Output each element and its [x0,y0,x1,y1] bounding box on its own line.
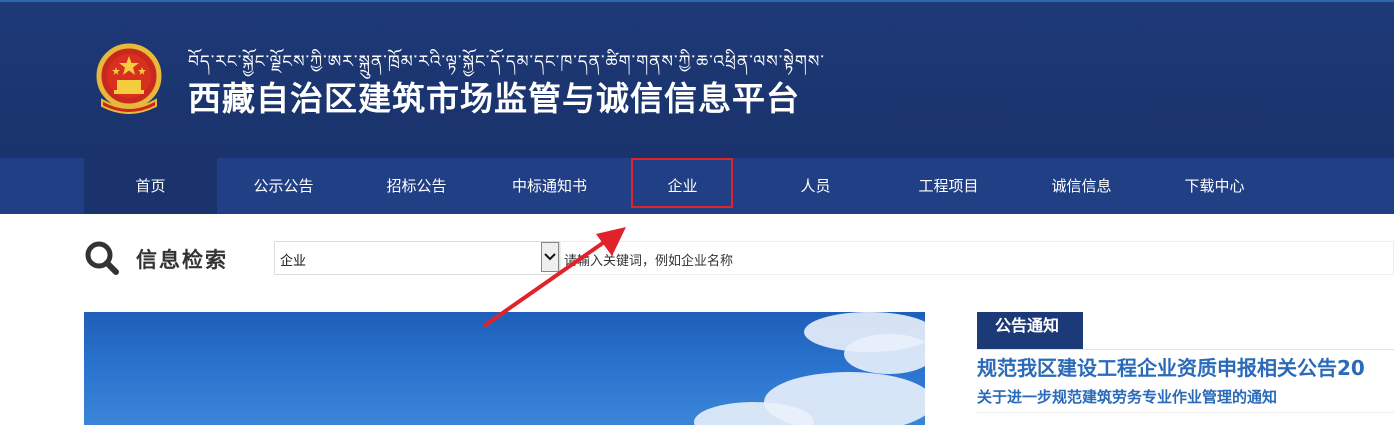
nav-item-personnel[interactable]: 人员 [749,158,882,214]
search-category-value: 企业 [280,254,307,269]
nav-item-tender-notices[interactable]: 招标公告 [350,158,483,214]
annotation-arrow-icon [482,227,626,328]
search-label: 信息检索 [136,248,228,272]
notice-divider [977,349,1394,350]
cloud-shape [844,334,925,374]
nav-item-home[interactable]: 首页 [84,158,217,214]
national-emblem-icon [96,43,162,114]
enterprise-highlight-box [631,158,733,208]
nav-item-download-center[interactable]: 下载中心 [1148,158,1281,214]
nav-item-credit-info[interactable]: 诚信信息 [1015,158,1148,214]
search-input[interactable]: 请输入关键词，例如企业名称 [560,241,1394,275]
notice-tab[interactable]: 公告通知 [977,312,1083,350]
search-bar: 信息检索 企业 请输入关键词，例如企业名称 [0,232,1394,282]
header-top-line [0,0,1394,2]
notice-sub-link[interactable]: 关于进一步规范建筑劳务专业作业管理的通知 [977,386,1277,407]
nav-item-projects[interactable]: 工程项目 [882,158,1015,214]
nav-item-announcements[interactable]: 公示公告 [217,158,350,214]
site-header: བོད་རང་སྐྱོང་ལྗོངས་ཀྱི་ཨར་སྐྲུན་ཁྲོམ་རའི… [0,0,1394,158]
nav-item-award-notices[interactable]: 中标通知书 [483,158,616,214]
notice-sub-divider [977,412,1394,413]
site-title: 西藏自治区建筑市场监管与诚信信息平台 [188,79,800,118]
notice-headline-link[interactable]: 规范我区建设工程企业资质申报相关公告20 [977,352,1394,381]
search-icon [85,241,119,275]
